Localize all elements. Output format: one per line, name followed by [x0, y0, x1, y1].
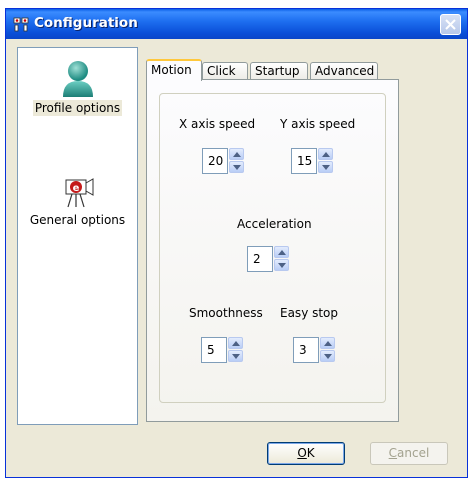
down-arrow-icon: [324, 354, 332, 359]
decrement-button[interactable]: [229, 161, 244, 173]
y-axis-speed-input[interactable]: 15: [291, 148, 317, 174]
up-arrow-icon: [278, 250, 286, 255]
increment-button[interactable]: [320, 337, 335, 349]
ok-label-rest: K: [306, 446, 315, 460]
increment-button[interactable]: [318, 148, 333, 160]
user-profile-icon: [62, 61, 93, 97]
decrement-button[interactable]: [320, 350, 335, 362]
decrement-button[interactable]: [318, 161, 333, 173]
motion-tab-panel: X axis speed Y axis speed 20 15 Accelera…: [146, 79, 399, 422]
smoothness-input[interactable]: 5: [201, 337, 227, 363]
easy-stop-label: Easy stop: [280, 306, 339, 320]
x-axis-speed-label: X axis speed: [179, 117, 256, 131]
up-arrow-icon: [233, 152, 241, 157]
sidebar-item-profile-options[interactable]: Profile options: [18, 58, 137, 116]
configuration-window: Configuration Profile options e General …: [5, 8, 468, 478]
title-bar[interactable]: Configuration: [6, 9, 467, 39]
sidebar-item-label: Profile options: [32, 100, 123, 116]
tab-advanced[interactable]: Advanced: [310, 62, 378, 80]
down-arrow-icon: [278, 263, 286, 268]
window-title: Configuration: [34, 15, 138, 31]
up-arrow-icon: [232, 341, 240, 346]
down-arrow-icon: [233, 165, 241, 170]
close-icon: [445, 19, 456, 30]
ok-button[interactable]: OK: [267, 442, 345, 465]
spinner-arrows: [227, 337, 243, 363]
tab-motion[interactable]: Motion: [146, 59, 202, 81]
decrement-button[interactable]: [274, 259, 289, 271]
down-arrow-icon: [322, 165, 330, 170]
easy-stop-input[interactable]: 3: [293, 337, 319, 363]
spinner-arrows: [273, 246, 289, 272]
cancel-button[interactable]: Cancel: [370, 442, 448, 465]
up-arrow-icon: [324, 341, 332, 346]
tab-click[interactable]: Click: [202, 62, 248, 80]
motion-settings-group: X axis speed Y axis speed 20 15 Accelera…: [159, 93, 386, 403]
x-axis-speed-input[interactable]: 20: [202, 148, 228, 174]
ok-mnemonic: O: [297, 446, 307, 460]
app-icon: [13, 17, 29, 32]
increment-button[interactable]: [228, 337, 243, 349]
increment-button[interactable]: [274, 246, 289, 258]
spinner-arrows: [228, 148, 244, 174]
camera-exclamation-icon: e: [65, 178, 93, 208]
svg-text:e: e: [72, 183, 79, 194]
y-axis-speed-label: Y axis speed: [280, 117, 356, 131]
options-sidebar: Profile options e General options: [17, 47, 138, 425]
sidebar-item-label: General options: [29, 213, 126, 227]
decrement-button[interactable]: [228, 350, 243, 362]
down-arrow-icon: [232, 354, 240, 359]
cancel-label-rest: ancel: [397, 446, 430, 460]
close-button[interactable]: [440, 14, 461, 35]
sidebar-item-general-options[interactable]: e General options: [18, 174, 137, 228]
spinner-arrows: [319, 337, 335, 363]
spinner-arrows: [317, 148, 333, 174]
up-arrow-icon: [322, 152, 330, 157]
smoothness-label: Smoothness: [189, 306, 263, 320]
acceleration-label: Acceleration: [237, 217, 312, 231]
cancel-mnemonic: C: [388, 446, 398, 460]
increment-button[interactable]: [229, 148, 244, 160]
acceleration-input[interactable]: 2: [247, 246, 273, 272]
tab-startup[interactable]: Startup: [250, 62, 308, 80]
